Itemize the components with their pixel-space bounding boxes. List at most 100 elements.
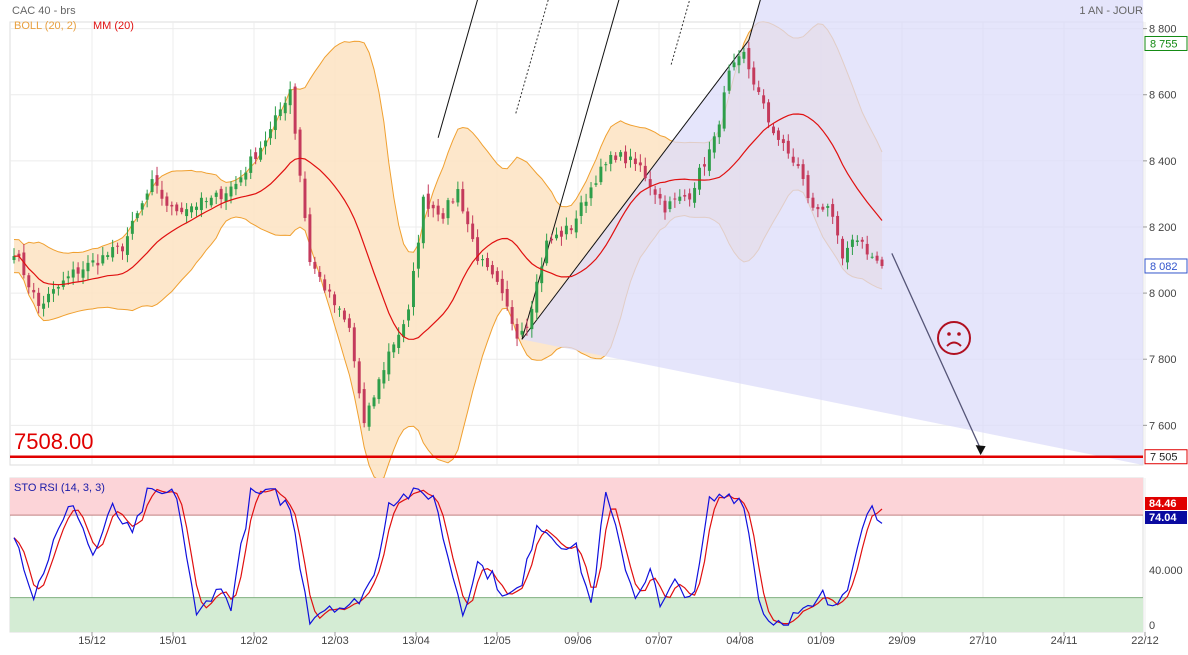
candle-body-40 — [209, 197, 213, 206]
candle-body-11 — [66, 276, 70, 279]
candle-body-75 — [382, 370, 386, 384]
candle-body-164 — [821, 206, 825, 210]
osc-tag-k-label: 74.04 — [1149, 512, 1177, 524]
oversold-zone — [10, 597, 1143, 632]
candle-body-142 — [712, 136, 716, 153]
candle-body-105 — [530, 308, 534, 330]
candle-body-163 — [816, 207, 820, 210]
candle-body-38 — [199, 197, 203, 211]
candle-body-140 — [702, 164, 706, 167]
candle-body-31 — [165, 196, 169, 206]
candle-body-136 — [683, 195, 687, 197]
candle-body-26 — [140, 203, 144, 210]
xtick-label-7: 07/07 — [645, 635, 673, 647]
candle-body-148 — [742, 51, 746, 59]
candle-body-121 — [609, 155, 613, 164]
candle-body-147 — [737, 56, 741, 66]
candle-body-90 — [456, 189, 460, 203]
candle-body-87 — [441, 213, 445, 219]
candle-body-4 — [32, 289, 36, 293]
candle-body-103 — [520, 330, 524, 335]
candle-body-58 — [298, 129, 302, 176]
candle-body-48 — [249, 156, 253, 173]
candle-body-166 — [831, 204, 835, 217]
overbought-zone — [10, 478, 1143, 516]
candle-body-152 — [762, 95, 766, 104]
candle-body-151 — [757, 87, 761, 93]
candle-body-99 — [500, 278, 504, 294]
candle-body-18 — [101, 255, 105, 264]
candle-body-67 — [342, 310, 346, 320]
xtick-label-1: 15/01 — [159, 635, 187, 647]
candle-body-83 — [421, 196, 425, 244]
candle-body-61 — [313, 261, 317, 269]
chart-canvas: 8 800 8 600 8 400 8 200 8 000 7 800 7 600 40.00… — [9, 0, 1188, 647]
candle-body-153 — [767, 102, 771, 123]
candle-body-176 — [880, 259, 884, 266]
candle-body-96 — [485, 257, 489, 268]
candle-body-174 — [870, 256, 874, 258]
candle-body-20 — [111, 247, 115, 258]
candle-body-167 — [836, 215, 840, 236]
chart-root: 8 800 8 600 8 400 8 200 8 000 7 800 7 600 40.00… — [0, 0, 1188, 650]
xtick-label-11: 27/10 — [969, 635, 997, 647]
candle-body-23 — [125, 236, 129, 255]
xtick-label-3: 12/03 — [321, 635, 349, 647]
candle-body-108 — [545, 240, 549, 264]
candle-body-106 — [535, 281, 539, 313]
candle-body-131 — [658, 193, 662, 199]
candle-body-156 — [781, 139, 785, 144]
candle-body-122 — [614, 155, 618, 160]
candle-body-123 — [619, 152, 623, 157]
price-ytick-label-6: 7 600 — [1149, 420, 1177, 432]
candle-body-169 — [845, 247, 849, 263]
candle-body-64 — [328, 289, 332, 292]
candle-body-119 — [599, 166, 603, 183]
candle-body-130 — [653, 189, 657, 195]
candle-body-3 — [27, 275, 31, 288]
candle-body-104 — [525, 326, 529, 328]
candle-body-56 — [288, 89, 292, 106]
instrument-title: CAC 40 - brs — [12, 5, 76, 17]
candle-body-25 — [135, 213, 139, 219]
candle-body-102 — [515, 323, 519, 339]
oscillator-label: STO RSI (14, 3, 3) — [14, 482, 105, 494]
candle-body-21 — [116, 245, 120, 247]
candle-body-69 — [352, 327, 356, 362]
candle-body-101 — [510, 307, 514, 324]
candle-body-5 — [37, 292, 41, 306]
candle-body-111 — [559, 230, 563, 237]
candle-body-32 — [170, 204, 174, 207]
candle-body-63 — [323, 279, 327, 291]
candle-body-154 — [772, 126, 775, 134]
candle-body-24 — [130, 220, 134, 234]
price-ytick-label-3: 8 200 — [1149, 222, 1177, 234]
candle-body-65 — [333, 294, 337, 306]
candle-body-118 — [594, 183, 598, 185]
candle-body-92 — [466, 211, 470, 225]
xtick-label-8: 04/08 — [726, 635, 754, 647]
candle-body-7 — [47, 293, 51, 303]
candle-body-14 — [81, 269, 85, 278]
candle-body-97 — [490, 265, 494, 275]
candle-body-50 — [259, 147, 263, 160]
price-tag-label-0: 8 755 — [1150, 38, 1178, 50]
candle-body-134 — [673, 198, 677, 200]
xtick-label-12: 24/11 — [1051, 635, 1078, 647]
candle-body-155 — [776, 130, 780, 140]
candle-body-160 — [801, 164, 805, 179]
candle-body-165 — [826, 206, 830, 208]
candle-body-127 — [638, 162, 642, 166]
candle-body-16 — [91, 260, 95, 263]
legend-boll: BOLL (20, 2) — [14, 20, 77, 32]
candle-body-113 — [569, 228, 573, 231]
candle-body-80 — [407, 309, 411, 321]
candle-body-173 — [865, 243, 869, 255]
candle-body-137 — [688, 193, 692, 200]
xtick-label-4: 13/04 — [402, 635, 430, 647]
candle-body-125 — [628, 156, 632, 161]
candle-body-89 — [451, 201, 455, 203]
candle-body-93 — [471, 223, 475, 240]
candle-body-51 — [264, 140, 268, 147]
candle-body-141 — [707, 149, 711, 171]
